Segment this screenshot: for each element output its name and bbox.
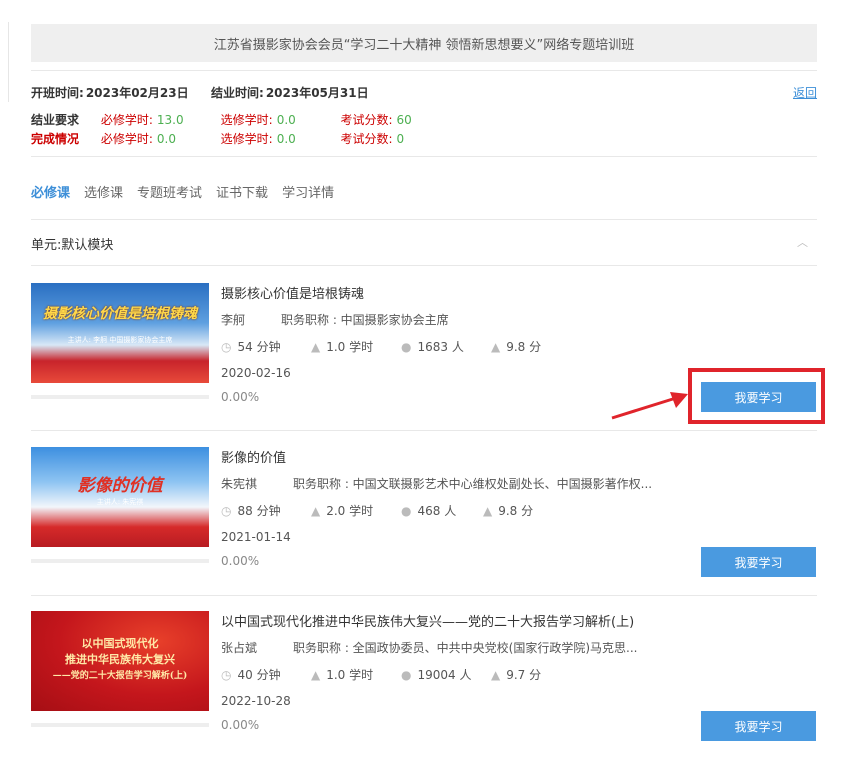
course-item: 以中国式现代化 推进中华民族伟大复兴 ——党的二十大报告学习解析(上) 以中国式…: [31, 611, 817, 761]
unit-header-label: 单元:默认模块: [31, 238, 114, 253]
divider: [31, 265, 817, 266]
thumbnail-title-line-1: 以中国式现代化: [81, 637, 159, 650]
progress-bar: [31, 559, 209, 563]
tab-class-exam[interactable]: 专题班考试: [137, 182, 202, 201]
course-item: 影像的价值 主讲人: 朱宪祺 影像的价值 朱宪祺 职务职称 : 中国文联摄影艺术…: [31, 447, 817, 597]
author-name: 张占斌: [221, 641, 258, 655]
required-hours-value: 13.0: [156, 113, 184, 127]
requirements-label: 结业要求: [31, 113, 80, 127]
rating: 9.7 分: [506, 668, 542, 682]
author-name: 朱宪祺: [221, 477, 258, 491]
divider: [31, 70, 817, 71]
thumbnail-title-line-3: ——党的二十大报告学习解析(上): [52, 671, 188, 681]
clock-icon: ◷: [221, 340, 232, 354]
credit-hours: 1.0 学时: [326, 668, 374, 682]
tab-elective-courses[interactable]: 选修课: [84, 182, 123, 201]
elective-hours-value: 0.0: [276, 113, 296, 127]
user-icon: ●: [401, 504, 412, 518]
user-icon: ●: [401, 668, 412, 682]
thumbs-up-icon: ▲: [491, 340, 501, 354]
tab-certificate-download[interactable]: 证书下载: [216, 182, 268, 201]
exam-score-label: 考试分数:: [340, 113, 393, 127]
thumbnail-subtitle: 主讲人: 李舸 中国摄影家协会主席: [67, 336, 173, 344]
course-author: 李舸 职务职称 : 中国摄影家协会主席: [221, 311, 449, 328]
thumbnail-subtitle: 主讲人: 朱宪祺: [96, 498, 144, 506]
tab-required-courses[interactable]: 必修课: [31, 182, 70, 201]
duration: 54 分钟: [237, 340, 281, 354]
duration: 40 分钟: [237, 668, 281, 682]
progress-bar: [31, 723, 209, 727]
start-study-button[interactable]: 我要学习: [701, 547, 816, 577]
completion-row: 完成情况 必修学时: 0.0 选修学时: 0.0 考试分数: 0: [31, 130, 404, 147]
completed-exam-score-value: 0: [396, 132, 405, 146]
start-date-label: 开班时间:: [31, 86, 84, 100]
credit-hours: 2.0 学时: [326, 504, 374, 518]
author-role: 职务职称 : 全国政协委员、中共中央党校(国家行政学院)马克思...: [293, 641, 638, 655]
exam-score-value: 60: [396, 113, 412, 127]
author-name: 李舸: [221, 313, 246, 327]
graduation-cap-icon: ▲: [311, 340, 321, 354]
learner-count: 468 人: [417, 504, 457, 518]
progress-bar: [31, 395, 209, 399]
user-icon: ●: [401, 340, 412, 354]
graduation-cap-icon: ▲: [311, 668, 321, 682]
author-role: 职务职称 : 中国摄影家协会主席: [281, 313, 449, 327]
course-thumbnail[interactable]: 摄影核心价值是培根铸魂 主讲人: 李舸 中国摄影家协会主席: [31, 283, 209, 383]
rating: 9.8 分: [498, 504, 534, 518]
learner-count: 1683 人: [417, 340, 464, 354]
start-study-button[interactable]: 我要学习: [701, 711, 816, 741]
course-thumbnail[interactable]: 以中国式现代化 推进中华民族伟大复兴 ——党的二十大报告学习解析(上): [31, 611, 209, 711]
clock-icon: ◷: [221, 668, 232, 682]
completed-required-hours-value: 0.0: [156, 132, 176, 146]
rating: 9.8 分: [506, 340, 542, 354]
progress-percent: 0.00%: [221, 718, 260, 732]
course-thumbnail[interactable]: 影像的价值 主讲人: 朱宪祺: [31, 447, 209, 547]
divider: [31, 595, 817, 596]
thumbnail-title: 摄影核心价值是培根铸魂: [43, 306, 197, 322]
thumbnail-title: 影像的价值: [77, 476, 163, 496]
course-title[interactable]: 以中国式现代化推进中华民族伟大复兴——党的二十大报告学习解析(上): [221, 611, 634, 630]
tab-study-details[interactable]: 学习详情: [282, 182, 334, 201]
end-date-value: 2023年05月31日: [265, 86, 369, 100]
completed-elective-hours-label: 选修学时:: [220, 132, 273, 146]
progress-percent: 0.00%: [221, 554, 260, 568]
chevron-up-icon[interactable]: ︿: [797, 234, 808, 250]
divider: [31, 156, 817, 157]
course-title[interactable]: 影像的价值: [221, 447, 286, 466]
highlight-box: [688, 368, 825, 424]
completed-required-hours-label: 必修学时:: [100, 132, 153, 146]
end-date-label: 结业时间:: [211, 86, 264, 100]
class-dates: 开班时间: 2023年02月23日 结业时间: 2023年05月31日: [31, 84, 371, 101]
back-link[interactable]: 返回: [793, 84, 817, 101]
elective-hours-label: 选修学时:: [220, 113, 273, 127]
graduation-cap-icon: ▲: [311, 504, 321, 518]
divider: [31, 430, 817, 431]
progress-percent: 0.00%: [221, 390, 260, 404]
learner-count: 19004 人: [417, 668, 472, 682]
course-title[interactable]: 摄影核心价值是培根铸魂: [221, 283, 364, 302]
left-panel-edge: [0, 22, 9, 102]
arrow-annotation: [611, 392, 688, 420]
thumbnail-title-line-2: 推进中华民族伟大复兴: [65, 653, 175, 666]
completed-elective-hours-value: 0.0: [276, 132, 296, 146]
tab-bar: 必修课 选修课 专题班考试 证书下载 学习详情: [31, 182, 334, 201]
clock-icon: ◷: [221, 504, 232, 518]
course-banner-title: 江苏省摄影家协会会员“学习二十大精神 领悟新思想要义”网络专题培训班: [31, 24, 817, 62]
course-date: 2021-01-14: [221, 530, 291, 544]
course-author: 张占斌 职务职称 : 全国政协委员、中共中央党校(国家行政学院)马克思...: [221, 639, 637, 656]
required-hours-label: 必修学时:: [100, 113, 153, 127]
credit-hours: 1.0 学时: [326, 340, 374, 354]
course-date: 2020-02-16: [221, 366, 291, 380]
divider: [31, 219, 817, 220]
requirements-row: 结业要求 必修学时: 13.0 选修学时: 0.0 考试分数: 60: [31, 111, 412, 128]
completed-exam-score-label: 考试分数:: [340, 132, 393, 146]
duration: 88 分钟: [237, 504, 281, 518]
thumbs-up-icon: ▲: [491, 668, 501, 682]
course-date: 2022-10-28: [221, 694, 291, 708]
start-date-value: 2023年02月23日: [85, 86, 189, 100]
thumbs-up-icon: ▲: [483, 504, 493, 518]
course-author: 朱宪祺 职务职称 : 中国文联摄影艺术中心维权处副处长、中国摄影著作权...: [221, 475, 652, 492]
completion-label: 完成情况: [31, 132, 80, 146]
author-role: 职务职称 : 中国文联摄影艺术中心维权处副处长、中国摄影著作权...: [293, 477, 653, 491]
